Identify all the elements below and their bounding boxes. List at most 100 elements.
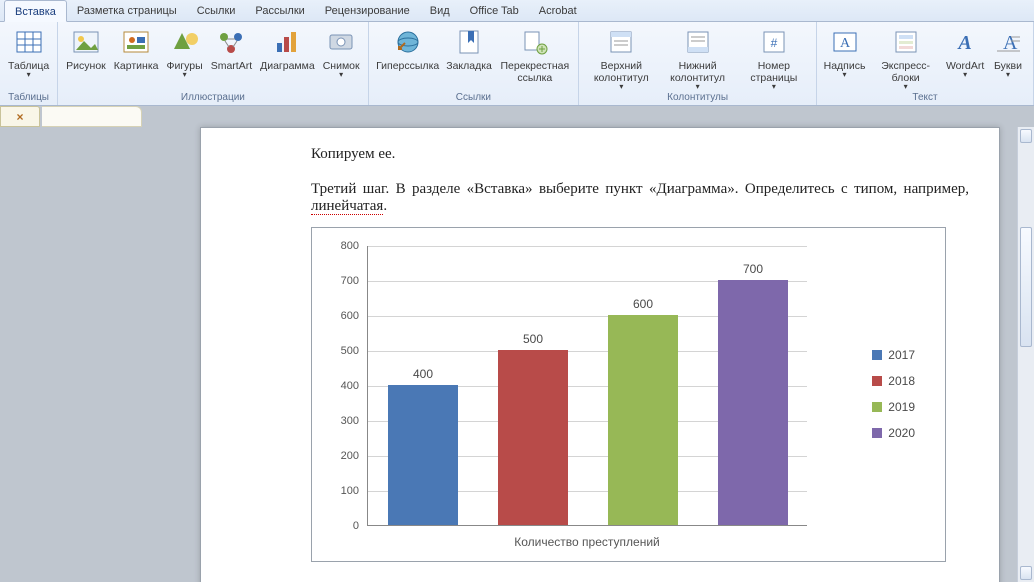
hyperlink-icon [392,26,424,58]
shapes-button[interactable]: Фигуры▾ [162,24,206,78]
svg-text:A: A [839,36,850,51]
screenshot-icon [325,26,357,58]
document-tab-close[interactable]: × [0,106,40,127]
ribbon-tab[interactable]: Рассылки [245,0,314,21]
ribbon-group: ГиперссылкаЗакладка Перекрестная ссылка Сс… [369,22,580,105]
ribbon-group-title: Ссылки [373,92,575,105]
button-label: Перекрестная ссылка [499,60,570,84]
chart-plot-area: 0100200300400500600700800400500600700 [367,246,807,526]
chevron-down-icon: ▾ [619,84,623,90]
ribbon-tab[interactable]: Acrobat [529,0,587,21]
chevron-down-icon: ▾ [183,72,187,78]
crossref-button[interactable]: Перекрестная ссылка [495,24,574,84]
chart-legend-item: 2017 [872,348,915,362]
legend-swatch [872,402,882,412]
chart-icon [271,26,303,58]
ribbon-group-title: Иллюстрации [62,92,363,105]
wordart-icon: A [949,26,981,58]
chart-y-tick: 300 [341,415,359,427]
chevron-down-icon: ▾ [772,84,776,90]
button-label: SmartArt [211,60,252,72]
text: . [383,198,387,214]
legend-swatch [872,376,882,386]
document-area: × Копируем ее. Третий шаг. В разделе «Вс… [0,106,1034,582]
screenshot-button[interactable]: Снимок▾ [319,24,364,78]
pagenum-button[interactable]: # Номер страницы▾ [736,24,812,90]
chart-data-label: 700 [718,262,788,276]
chart-legend: 2017 2018 2019 2020 [872,348,915,452]
clipart-icon [120,26,152,58]
ribbon-group: Верхний колонтитул▾Нижний колонтитул▾#Но… [579,22,817,105]
legend-label: 2019 [888,400,915,414]
bookmark-button[interactable]: Закладка [443,24,496,72]
ribbon-tab[interactable]: Рецензирование [315,0,420,21]
button-label: Экспресс-блоки [872,60,939,84]
chevron-down-icon: ▾ [27,72,31,78]
chart-object[interactable]: 0100200300400500600700800400500600700 20… [311,227,946,562]
button-label: Номер страницы [740,60,808,84]
ribbon-tab[interactable]: Разметка страницы [67,0,187,21]
text: Третий шаг. В разделе «Вставка» выберите… [311,181,969,197]
chart-data-label: 500 [498,332,568,346]
crossref-icon [519,26,551,58]
scroll-thumb[interactable] [1020,227,1032,347]
footer-icon [682,26,714,58]
hyperlink-button[interactable]: Гиперссылка [373,24,443,72]
chart-gridline [368,246,807,247]
chart-y-tick: 0 [353,520,359,532]
button-label: Закладка [446,60,492,72]
chart-y-tick: 600 [341,310,359,322]
vertical-scrollbar[interactable] [1017,127,1034,582]
chart-y-tick: 200 [341,450,359,462]
picture-button[interactable]: Рисунок [62,24,110,72]
ribbon-tab[interactable]: Office Tab [460,0,529,21]
legend-swatch [872,428,882,438]
table-button[interactable]: Таблица▾ [4,24,53,78]
chart-bar: 500 [498,350,568,525]
textbox-button[interactable]: AНадпись▾ [821,24,868,78]
button-label: Рисунок [66,60,106,72]
dropcap-icon: A [992,26,1024,58]
ribbon-tab[interactable]: Вставка [4,0,67,22]
shapes-icon [169,26,201,58]
wordart-button[interactable]: AWordArt▾ [943,24,987,78]
chart-button[interactable]: Диаграмма [256,24,319,72]
smartart-icon [215,26,247,58]
header-button[interactable]: Верхний колонтитул▾ [583,24,659,90]
chart-x-title: Количество преступлений [367,535,807,549]
document-page: Копируем ее. Третий шаг. В разделе «Вста… [200,127,1000,582]
bookmark-icon [453,26,485,58]
smartart-button[interactable]: SmartArt [207,24,256,72]
chevron-down-icon: ▾ [904,84,908,90]
scroll-up-button[interactable] [1020,129,1032,143]
scroll-down-button[interactable] [1020,566,1032,580]
legend-swatch [872,350,882,360]
legend-label: 2018 [888,374,915,388]
chart-data-label: 600 [608,297,678,311]
ribbon-tabs: ВставкаРазметка страницыСсылкиРассылкиРе… [0,0,1034,22]
button-label: Нижний колонтитул [663,60,731,84]
chart-y-tick: 700 [341,275,359,287]
ribbon: Таблица▾ТаблицыРисунокКартинкаФигуры▾Sma… [0,22,1034,106]
table-icon [13,26,45,58]
chevron-down-icon: ▾ [696,84,700,90]
paragraph: Копируем ее. [311,146,969,163]
picture-icon [70,26,102,58]
chevron-down-icon: ▾ [843,72,847,78]
ribbon-group-title: Колонтитулы [583,92,812,105]
chart-bar: 600 [608,315,678,525]
document-tab[interactable] [42,106,142,127]
footer-button[interactable]: Нижний колонтитул▾ [659,24,735,90]
svg-text:#: # [771,36,778,50]
chevron-down-icon: ▾ [1006,72,1010,78]
ribbon-tab[interactable]: Ссылки [187,0,246,21]
spellcheck-word: линейчатая [311,198,383,215]
quickparts-button[interactable]: Экспресс-блоки▾ [868,24,943,90]
chart-y-tick: 500 [341,345,359,357]
dropcap-button[interactable]: AБукви▾ [987,24,1029,78]
clipart-button[interactable]: Картинка [110,24,163,72]
header-icon [605,26,637,58]
chart-legend-item: 2020 [872,426,915,440]
ribbon-tab[interactable]: Вид [420,0,460,21]
textbox-icon: A [829,26,861,58]
